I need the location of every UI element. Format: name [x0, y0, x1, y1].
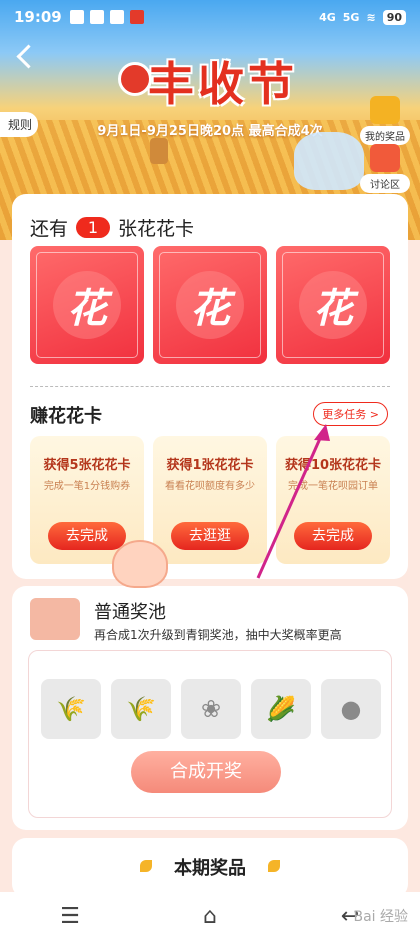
discussion-label: 讨论区 [360, 174, 410, 193]
prizes-panel: 本期奖品 [12, 838, 408, 898]
task-desc: 完成一笔1分钱购券 [43, 481, 131, 492]
earn-cards-title: 赚花花卡 [30, 406, 102, 427]
gift-box-icon [30, 598, 80, 640]
event-dates: 9月1日-9月25日晚20点 最高合成4次 [97, 124, 323, 139]
network-4g: 4G [319, 10, 336, 24]
notification-icons [69, 10, 144, 24]
battery-icon: 90 [382, 9, 406, 25]
status-time: 19:09 [14, 8, 62, 26]
prizes-title: 本期奖品 [174, 858, 246, 879]
task-title: 获得5张花花卡 [43, 458, 131, 473]
flower-card[interactable]: 花 [276, 246, 390, 364]
mascot-illustration [294, 132, 364, 190]
task-go-button[interactable]: 去完成 [294, 522, 372, 550]
flower-card[interactable]: 花 [30, 246, 144, 364]
corn-icon: 🌽 [251, 679, 311, 739]
flower-cards-row: 花 花 花 [30, 246, 390, 364]
sorghum-icon: ❀ [181, 679, 241, 739]
rules-button[interactable]: 规则 [0, 112, 39, 137]
menu-icon[interactable]: ☰ [50, 901, 90, 931]
back-button[interactable] [14, 42, 34, 70]
flower-glyph: 花 [53, 271, 121, 339]
pool-items-box: 🌾 🌾 ❀ 🌽 ● 合成开奖 [28, 650, 392, 818]
tiktok-icon [89, 10, 104, 24]
prize-box-icon [370, 96, 400, 124]
task-title: 获得1张花花卡 [166, 458, 254, 473]
status-bar: 19:09 4G 5G ≋ 90 [0, 0, 420, 34]
rice-icon: 🌾 [111, 679, 171, 739]
gift-icon [370, 144, 400, 172]
task-card: 获得10张花花卡 完成一笔花呗园订单 去完成 [276, 436, 390, 564]
task-go-button[interactable]: 去逛逛 [171, 522, 249, 550]
task-go-button[interactable]: 去完成 [48, 522, 126, 550]
page-title: 丰收节 [148, 57, 298, 111]
pointing-hand-icon [112, 540, 168, 588]
pool-title: 普通奖池 [94, 602, 166, 623]
my-prizes-button[interactable]: 我的奖品 [360, 96, 410, 145]
network-5g: 5G [342, 10, 360, 24]
synthesize-draw-button[interactable]: 合成开奖 [131, 751, 281, 793]
app-notification-icon [69, 10, 84, 24]
task-desc: 看看花呗额度有多少 [165, 481, 255, 492]
prize-pool-panel: 普通奖池 再合成1次升级到青铜奖池，抽中大奖概率更高 🌾 🌾 ❀ 🌽 ● 合成开… [12, 586, 408, 830]
home-icon[interactable]: ⌂ [190, 901, 230, 931]
wheat-icon: 🌾 [41, 679, 101, 739]
cards-count-badge: 1 [76, 217, 111, 238]
flower-glyph: 花 [299, 271, 367, 339]
my-prizes-label: 我的奖品 [360, 126, 410, 145]
huabei-logo [118, 62, 152, 96]
sweet-potato-icon: ● [321, 679, 381, 739]
scarecrow-illustration [150, 138, 168, 164]
task-card: 获得1张花花卡 看看花呗额度有多少 去逛逛 [153, 436, 267, 564]
discussion-button[interactable]: 讨论区 [360, 144, 410, 193]
task-title: 获得10张花花卡 [284, 458, 382, 473]
flower-glyph: 花 [176, 271, 244, 339]
divider [30, 386, 390, 387]
leaf-icon [268, 860, 280, 872]
cards-remaining: 还有 1 张花花卡 [30, 214, 194, 241]
cards-prefix: 还有 [30, 218, 69, 240]
watermark: Bai 经验 [353, 909, 408, 925]
status-right: 4G 5G ≋ 90 [319, 9, 406, 25]
translate-icon [109, 10, 124, 24]
pool-desc: 再合成1次升级到青铜奖池，抽中大奖概率更高 [94, 628, 342, 642]
task-desc: 完成一笔花呗园订单 [288, 481, 378, 492]
more-tasks-button[interactable]: 更多任务 > [313, 402, 388, 426]
wifi-icon: ≋ [366, 10, 376, 24]
tasks-row: 获得5张花花卡 完成一笔1分钱购券 去完成 获得1张花花卡 看看花呗额度有多少 … [30, 436, 390, 564]
app-notification-icon [129, 10, 144, 24]
flower-card-panel: 还有 1 张花花卡 花 花 花 赚花花卡 更多任务 > 获得5张花花卡 完成一笔… [12, 194, 408, 579]
flower-card[interactable]: 花 [153, 246, 267, 364]
crop-items-row: 🌾 🌾 ❀ 🌽 ● [41, 679, 381, 739]
cards-suffix: 张花花卡 [118, 218, 195, 240]
